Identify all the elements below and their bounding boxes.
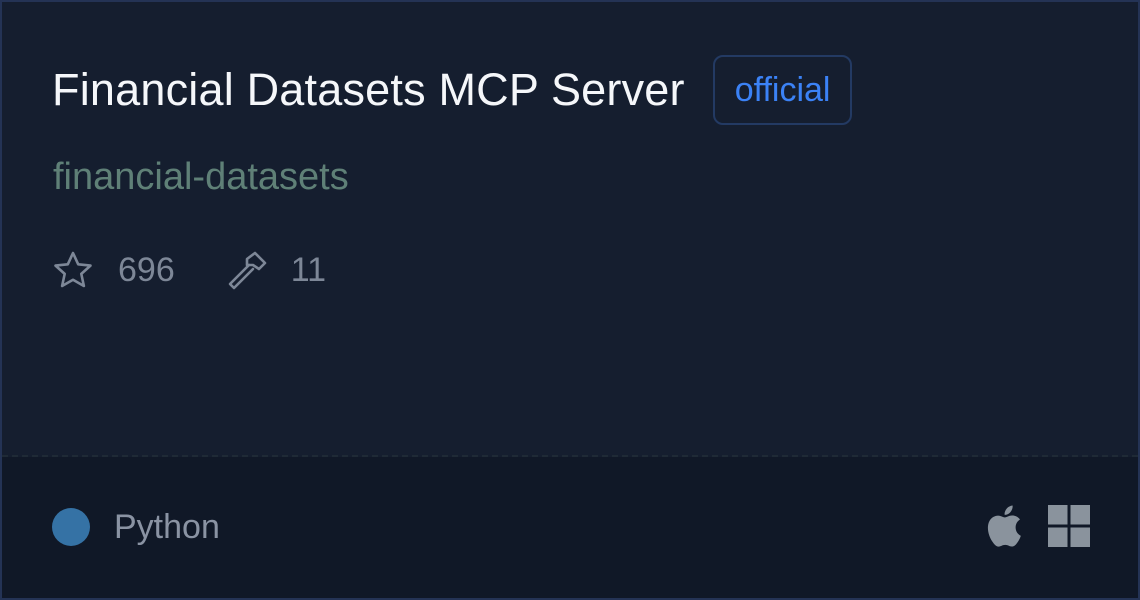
tools-count: 11 xyxy=(290,251,327,289)
card-header: Financial Datasets MCP Server official f… xyxy=(2,2,1138,456)
server-title[interactable]: Financial Datasets MCP Server xyxy=(52,52,685,128)
hammer-icon xyxy=(225,249,267,291)
apple-icon xyxy=(986,505,1022,547)
mcp-server-card[interactable]: Financial Datasets MCP Server official f… xyxy=(0,0,1140,600)
platform-icons xyxy=(986,503,1090,549)
star-count: 696 xyxy=(118,251,175,289)
official-badge: official xyxy=(712,55,853,125)
card-footer: Python xyxy=(2,457,1138,598)
language-color-dot xyxy=(52,508,90,546)
stats-row: 696 11 xyxy=(52,248,326,292)
windows-icon xyxy=(1048,505,1090,547)
title-row: Financial Datasets MCP Server official xyxy=(52,52,853,128)
star-icon xyxy=(52,249,94,291)
owner-name[interactable]: financial-datasets xyxy=(53,150,349,204)
language-name: Python xyxy=(114,508,220,546)
language-info: Python xyxy=(52,507,220,547)
